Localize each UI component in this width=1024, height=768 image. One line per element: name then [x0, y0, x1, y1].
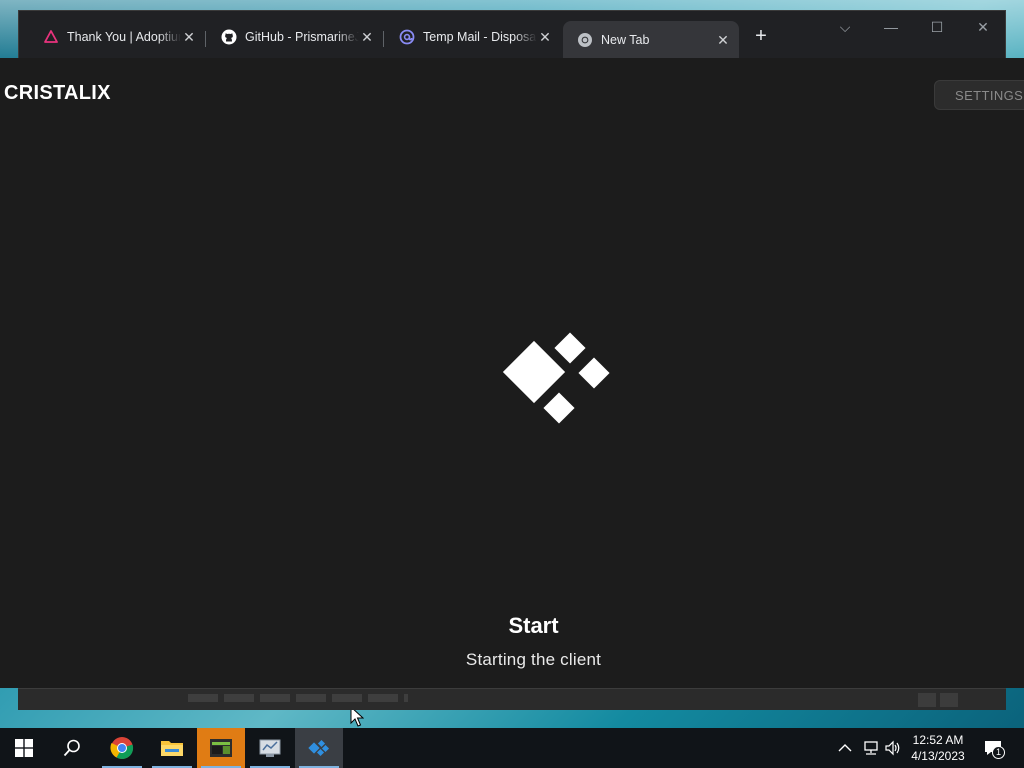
windows-icon	[15, 739, 33, 757]
clock-date: 4/13/2023	[911, 749, 965, 763]
taskbar-chrome[interactable]	[98, 728, 146, 768]
browser-status-strip	[18, 688, 1006, 710]
minecraft-icon	[210, 739, 232, 757]
tab-close-icon[interactable]: ✕	[715, 32, 731, 49]
start-button[interactable]	[0, 728, 48, 768]
network-icon	[864, 741, 878, 755]
close-button[interactable]: ✕	[971, 19, 995, 36]
tab-title: Thank You | Adoptium	[67, 30, 181, 44]
cristalix-logo-icon	[502, 332, 610, 424]
at-sign-icon	[399, 29, 415, 45]
browser-tab-adoptium[interactable]: Thank You | Adoptium ✕	[29, 23, 205, 51]
adoptium-icon	[43, 29, 59, 45]
clock-time: 12:52 AM	[912, 733, 964, 747]
search-icon	[63, 739, 80, 757]
browser-tab-temp-mail[interactable]: Temp Mail - Disposable ✕	[385, 23, 561, 51]
folder-icon	[161, 741, 183, 756]
taskbar: 12:52 AM 4/13/2023 1	[0, 728, 1024, 768]
tab-separator	[205, 31, 206, 47]
tab-close-icon[interactable]: ✕	[181, 29, 197, 46]
brand-logo-text: CRISTALIX	[4, 82, 111, 104]
browser-tab-new-tab[interactable]: New Tab ✕	[563, 21, 739, 59]
volume-button[interactable]	[884, 728, 902, 768]
browser-tab-strip: Thank You | Adoptium ✕ GitHub - Prismari…	[19, 11, 1005, 59]
status-title: Start	[508, 613, 559, 638]
chevron-up-icon	[838, 744, 852, 752]
notification-badge: 1	[992, 746, 1005, 759]
cristalix-icon	[308, 739, 330, 757]
speaker-icon	[885, 740, 900, 756]
chrome-icon	[110, 737, 134, 760]
tab-title: GitHub - PrismarineJS	[245, 30, 359, 44]
taskbar-server-manager[interactable]	[246, 728, 294, 768]
taskbar-clock[interactable]: 12:52 AM 4/13/2023	[906, 732, 970, 764]
maximize-button[interactable]: ☐	[925, 19, 949, 36]
status-square	[918, 693, 936, 707]
tab-search-icon[interactable]: ⌵	[833, 19, 857, 36]
network-button[interactable]	[862, 728, 880, 768]
taskbar-minecraft[interactable]	[197, 728, 245, 768]
taskbar-file-explorer[interactable]	[148, 728, 196, 768]
new-tab-button[interactable]: +	[749, 25, 773, 48]
chrome-icon	[577, 32, 593, 48]
github-icon	[221, 29, 237, 45]
status-subtitle: Starting the client	[465, 650, 602, 669]
settings-button[interactable]: SETTINGS	[934, 80, 1024, 110]
cristalix-launcher-window: CRISTALIX SETTINGS Start Starting the cl…	[0, 58, 1024, 727]
tab-title: Temp Mail - Disposable	[423, 30, 537, 44]
minimize-button[interactable]: —	[879, 19, 903, 35]
browser-tab-github[interactable]: GitHub - PrismarineJS ✕	[207, 23, 383, 51]
blurred-status-text	[188, 694, 408, 702]
tab-close-icon[interactable]: ✕	[537, 29, 553, 46]
action-center-button[interactable]: 1	[978, 736, 1008, 760]
tab-separator	[383, 31, 384, 47]
tab-close-icon[interactable]: ✕	[359, 29, 375, 46]
taskbar-cristalix[interactable]	[295, 728, 343, 768]
search-button[interactable]	[48, 728, 96, 768]
status-square	[940, 693, 958, 707]
tab-title: New Tab	[601, 33, 650, 47]
show-hidden-icons-button[interactable]	[838, 728, 852, 768]
server-manager-icon	[259, 739, 281, 757]
